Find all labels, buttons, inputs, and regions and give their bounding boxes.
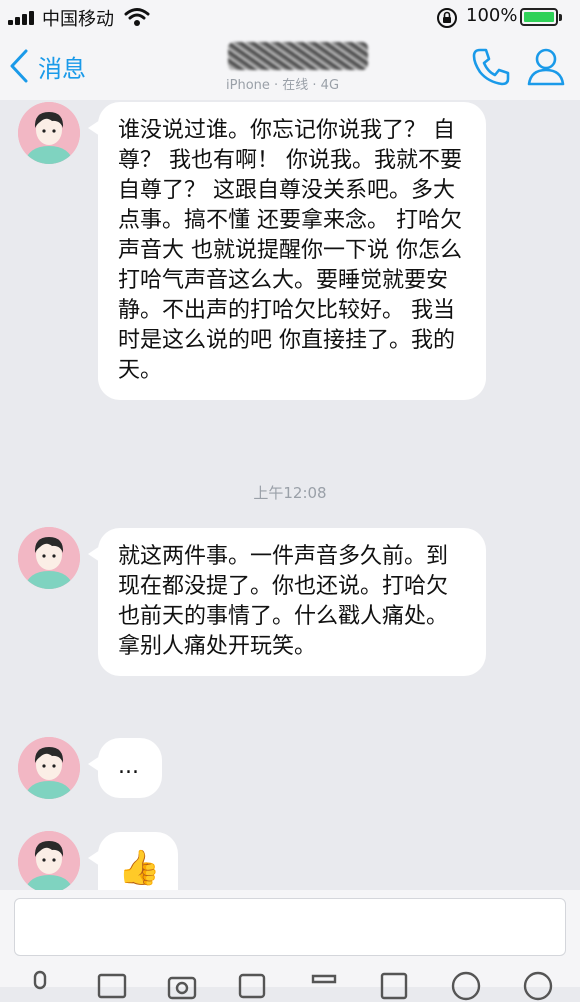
image-icon[interactable] (96, 970, 128, 1002)
avatar-illustration (18, 102, 80, 164)
battery-percent: 100% (466, 5, 518, 26)
phone-icon[interactable] (470, 46, 512, 88)
message-text: 谁没说过谁。你忘记你说我了？ 自尊？ 我也有啊！ 你说我。我就不要自尊了？ 这跟… (118, 118, 462, 383)
back-label: 消息 (38, 54, 86, 83)
camera-icon[interactable] (166, 970, 198, 1002)
message-bubble[interactable]: 就这两件事。一件声音多久前。到现在都没提了。你也还说。打哈欠也前天的事情了。什么… (88, 528, 486, 676)
back-chevron-icon (10, 49, 28, 83)
message-text: 就这两件事。一件声音多久前。到现在都没提了。你也还说。打哈欠也前天的事情了。什么… (118, 544, 449, 659)
message-text: ... (118, 754, 139, 779)
microphone-icon[interactable] (24, 970, 56, 1002)
message-bubble[interactable]: ... (88, 738, 162, 798)
thumbs-up-icon: 👍 (118, 848, 161, 888)
contact-name-redacted (228, 42, 368, 70)
rotation-lock-icon (437, 8, 457, 28)
input-area (0, 890, 580, 1001)
gift-icon[interactable] (308, 970, 340, 1002)
message-input[interactable] (14, 898, 566, 956)
red-packet-icon[interactable] (236, 970, 268, 1002)
profile-icon[interactable] (526, 46, 566, 86)
message-timestamp: 上午12:08 (253, 484, 327, 502)
emoji-icon[interactable] (450, 970, 482, 1002)
file-icon[interactable] (378, 970, 410, 1002)
contact-avatar[interactable] (18, 737, 80, 799)
contact-status: iPhone · 在线 · 4G (226, 78, 340, 93)
message-bubble[interactable]: 谁没说过谁。你忘记你说我了？ 自尊？ 我也有啊！ 你说我。我就不要自尊了？ 这跟… (88, 102, 486, 400)
nav-bar: 消息 iPhone · 在线 · 4G (0, 34, 580, 100)
avatar-illustration (18, 527, 80, 589)
wifi-icon (124, 8, 150, 26)
status-bar: 中国移动 100% (0, 0, 580, 34)
avatar-illustration (18, 831, 80, 890)
contact-avatar[interactable] (18, 831, 80, 890)
chat-area[interactable]: 谁没说过谁。你忘记你说我了？ 自尊？ 我也有啊！ 你说我。我就不要自尊了？ 这跟… (0, 100, 580, 890)
more-icon[interactable] (522, 970, 554, 1002)
contact-avatar[interactable] (18, 102, 80, 164)
avatar-illustration (18, 737, 80, 799)
back-button[interactable]: 消息 (6, 46, 86, 86)
carrier-name: 中国移动 (42, 9, 114, 30)
battery-icon (520, 8, 562, 26)
message-bubble[interactable]: 👍 (88, 832, 178, 890)
signal-icon (8, 9, 38, 25)
contact-avatar[interactable] (18, 527, 80, 589)
